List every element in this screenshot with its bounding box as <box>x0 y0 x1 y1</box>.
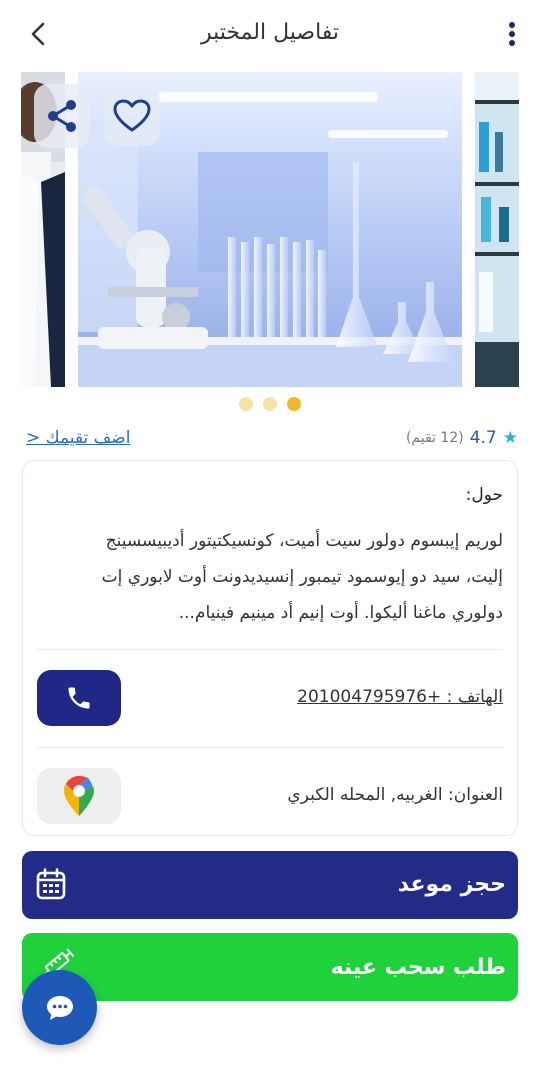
app-bar: تفاصيل المختبر <box>0 0 540 68</box>
about-line: دولوري ماغنا أليكوا. أوت إنيم أد مينيم ف… <box>178 603 503 623</box>
add-rating-link[interactable]: اضف تقيمك < <box>26 428 130 448</box>
about-label: حول: <box>465 485 503 505</box>
address-text: العنوان: الغربيه, المحله الكبري <box>287 785 503 805</box>
chat-bubble-icon <box>46 995 73 1020</box>
more-options-button[interactable] <box>504 18 520 50</box>
rating-count: (12 تقيم) <box>405 430 464 446</box>
heart-icon <box>113 99 151 132</box>
calendar-icon <box>36 868 66 900</box>
request-sample-button[interactable]: طلب سحب عينه <box>22 933 518 1001</box>
google-maps-pin-icon <box>64 776 94 816</box>
carousel-pagination <box>0 397 540 411</box>
rating-row: ★ 4.7 (12 تقيم) اضف تقيمك < <box>22 428 518 452</box>
book-appointment-button[interactable]: حجز موعد <box>22 851 518 919</box>
rating-summary: ★ 4.7 (12 تقيم) <box>406 428 518 448</box>
phone-number[interactable]: الهاتف : +201004795976 <box>297 687 503 707</box>
book-appointment-label: حجز موعد <box>397 872 506 897</box>
open-map-button[interactable] <box>37 768 121 824</box>
page-title: تفاصيل المختبر <box>200 20 340 45</box>
share-icon <box>48 100 76 132</box>
about-line: لوريم إيبسوم دولور سيت أميت، كونسيكتيتور… <box>105 531 503 551</box>
call-button[interactable] <box>37 670 121 726</box>
phone-icon <box>68 687 90 709</box>
about-description: لوريم إيبسوم دولور سيت أميت، كونسيكتيتور… <box>37 523 503 631</box>
phone-row: الهاتف : +201004795976 <box>37 669 503 727</box>
gallery-image-shelves[interactable] <box>475 72 519 387</box>
divider <box>37 747 503 748</box>
favorite-button[interactable] <box>104 86 160 146</box>
request-sample-label: طلب سحب عينه <box>330 955 506 980</box>
share-button[interactable] <box>34 84 90 148</box>
carousel-dot[interactable] <box>239 397 253 411</box>
more-vertical-icon <box>509 22 515 46</box>
carousel-dot[interactable] <box>263 397 277 411</box>
divider <box>37 649 503 650</box>
address-row: العنوان: الغربيه, المحله الكبري <box>37 767 503 824</box>
star-icon: ★ <box>502 428 518 448</box>
carousel-dot-active[interactable] <box>287 397 301 411</box>
rating-value: 4.7 <box>469 428 497 448</box>
chat-fab-button[interactable] <box>22 970 97 1045</box>
lab-info-card: حول: لوريم إيبسوم دولور سيت أميت، كونسيك… <box>22 460 518 836</box>
about-line: إليت، سيد دو إيوسمود تيمبور إنسيديدونت أ… <box>101 567 503 587</box>
